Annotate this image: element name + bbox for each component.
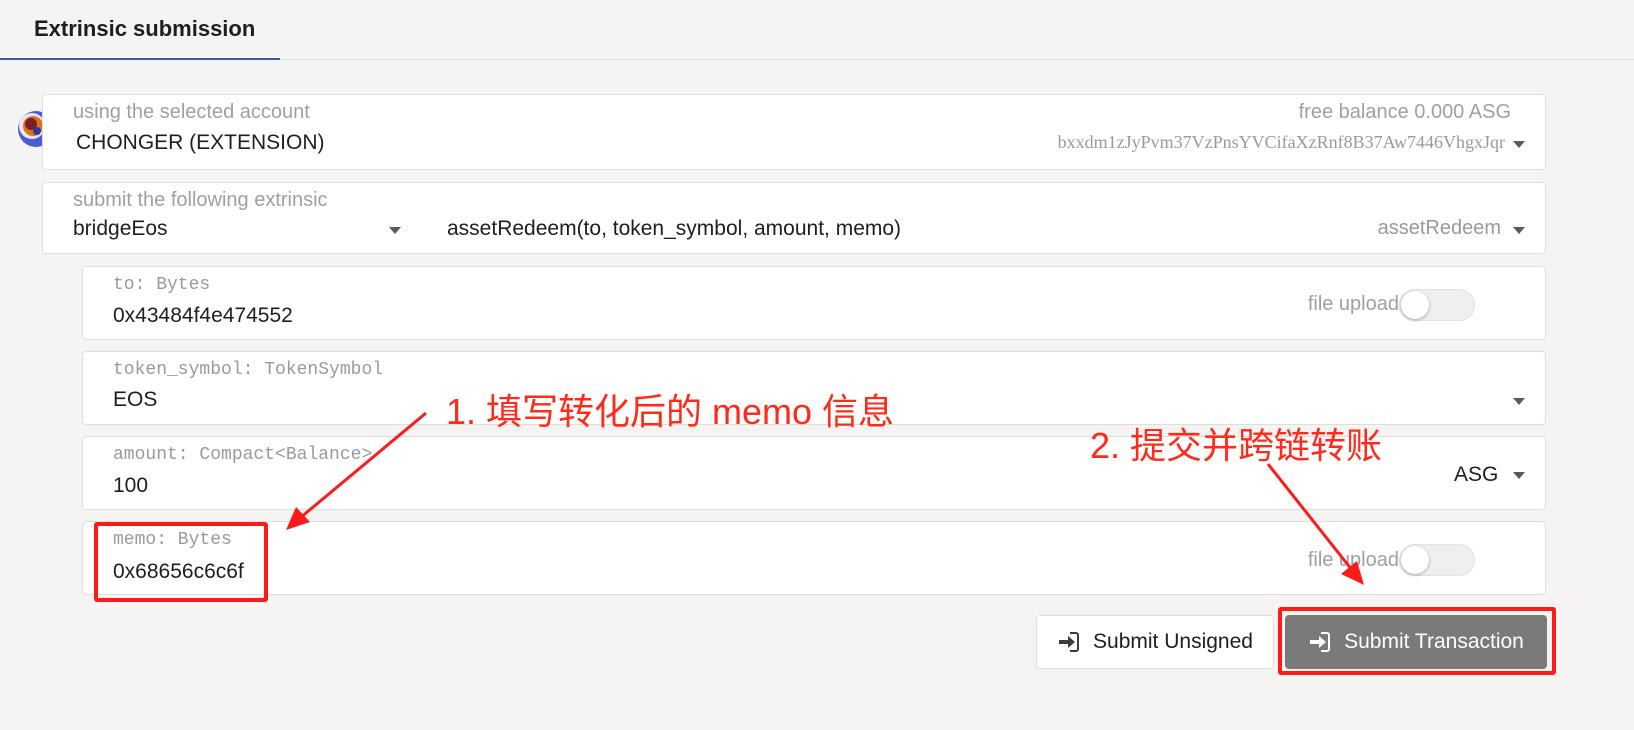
- method-signature: assetRedeem(to, token_symbol, amount, me…: [447, 217, 902, 240]
- toggle-knob: [1401, 546, 1429, 574]
- amount-unit: ASG: [1454, 463, 1499, 486]
- param-memo: memo: Bytes 0x68656c6c6f file upload: [82, 521, 1546, 595]
- chevron-down-icon[interactable]: [1513, 141, 1525, 148]
- file-upload-toggle[interactable]: [1399, 289, 1475, 321]
- extrinsic-selector: submit the following extrinsic bridgeEos…: [42, 182, 1546, 254]
- annotation-submit: 2. 提交并跨链转账: [1090, 425, 1383, 466]
- submit-highlight-box: [1278, 607, 1556, 675]
- sign-in-icon: [1057, 632, 1080, 652]
- chevron-down-icon[interactable]: [1513, 398, 1525, 405]
- extrinsic-label: submit the following extrinsic: [73, 189, 328, 211]
- account-label: using the selected account: [73, 101, 310, 123]
- param-amount-input[interactable]: 100: [113, 474, 148, 498]
- param-token-symbol-value: EOS: [113, 388, 158, 411]
- param-amount-label: amount: Compact<Balance>: [113, 445, 373, 465]
- tab-bar: Extrinsic submission: [0, 0, 1634, 60]
- file-upload-label: file upload: [1307, 293, 1399, 315]
- param-token-symbol-label: token_symbol: TokenSymbol: [113, 360, 384, 380]
- free-balance: free balance 0.000 ASG: [1298, 101, 1511, 123]
- file-upload-label: file upload: [1307, 549, 1399, 571]
- chevron-down-icon[interactable]: [1513, 227, 1525, 234]
- module-select[interactable]: bridgeEos: [73, 217, 168, 241]
- param-to-input[interactable]: 0x43484f4e474552: [113, 304, 293, 328]
- param-to: to: Bytes 0x43484f4e474552 file upload: [82, 266, 1546, 340]
- tab-label: Extrinsic submission: [34, 16, 256, 41]
- submit-unsigned-button[interactable]: Submit Unsigned: [1036, 615, 1274, 669]
- chevron-down-icon[interactable]: [389, 227, 401, 234]
- chevron-down-icon[interactable]: [1513, 472, 1525, 479]
- file-upload-toggle[interactable]: [1399, 544, 1475, 576]
- param-to-label: to: Bytes: [113, 275, 211, 295]
- account-address: bxxdm1zJyPvm37VzPnsYVCifaXzRnf8B37Aw7446…: [1057, 132, 1505, 152]
- tab-extrinsic-submission[interactable]: Extrinsic submission: [0, 0, 280, 60]
- account-name: CHONGER (EXTENSION): [76, 131, 325, 154]
- toggle-knob: [1401, 291, 1429, 319]
- memo-highlight-box: [94, 522, 268, 602]
- account-selector[interactable]: using the selected account CHONGER (EXTE…: [42, 94, 1546, 170]
- submit-unsigned-label: Submit Unsigned: [1093, 630, 1253, 653]
- amount-unit-select[interactable]: ASG: [1426, 436, 1546, 510]
- method-select[interactable]: assetRedeem: [1378, 217, 1501, 240]
- annotation-memo: 1. 填写转化后的 memo 信息: [446, 391, 895, 432]
